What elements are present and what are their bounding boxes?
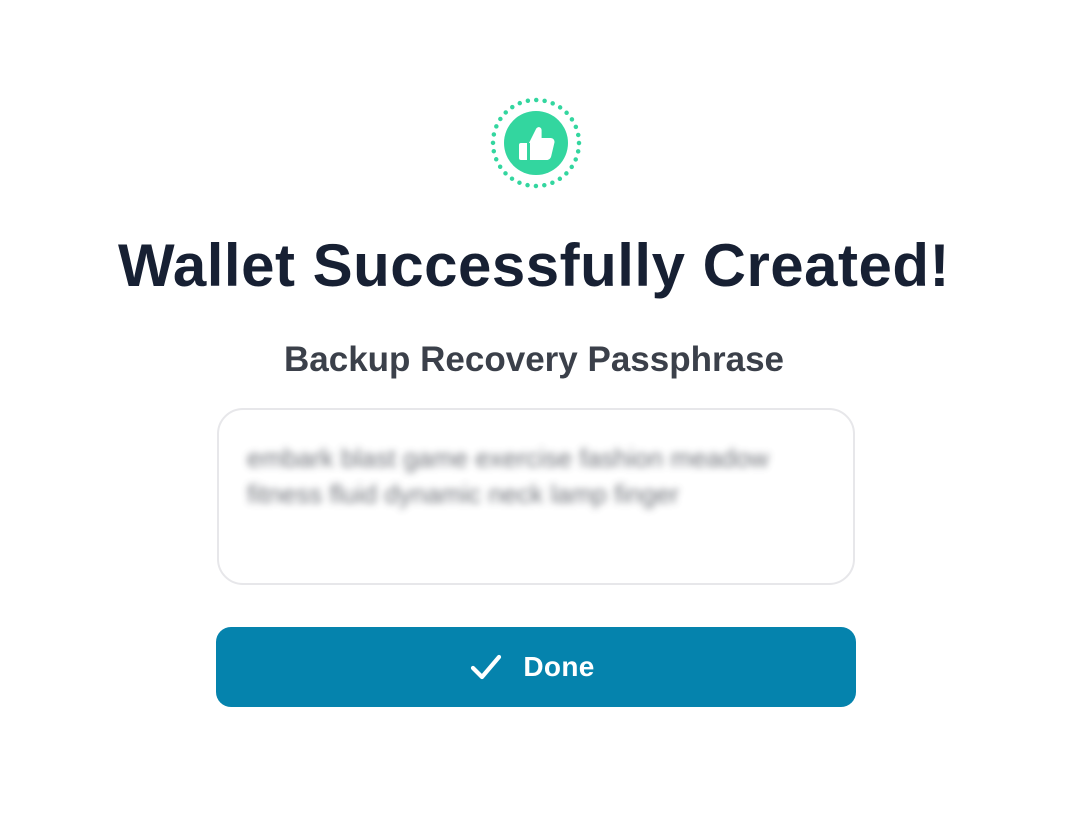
done-button-label: Done [523,651,595,682]
passphrase-text: embark blast game exercise fashion meado… [247,443,769,509]
done-button[interactable]: Done [216,627,856,707]
passphrase-box[interactable]: embark blast game exercise fashion meado… [217,408,855,585]
wallet-created-page: Wallet Successfully Created! Backup Reco… [0,0,1068,816]
thumbs-up-icon [490,97,582,189]
passphrase-heading: Backup Recovery Passphrase [284,340,784,379]
check-icon [469,650,503,684]
page-title: Wallet Successfully Created! [117,232,951,299]
